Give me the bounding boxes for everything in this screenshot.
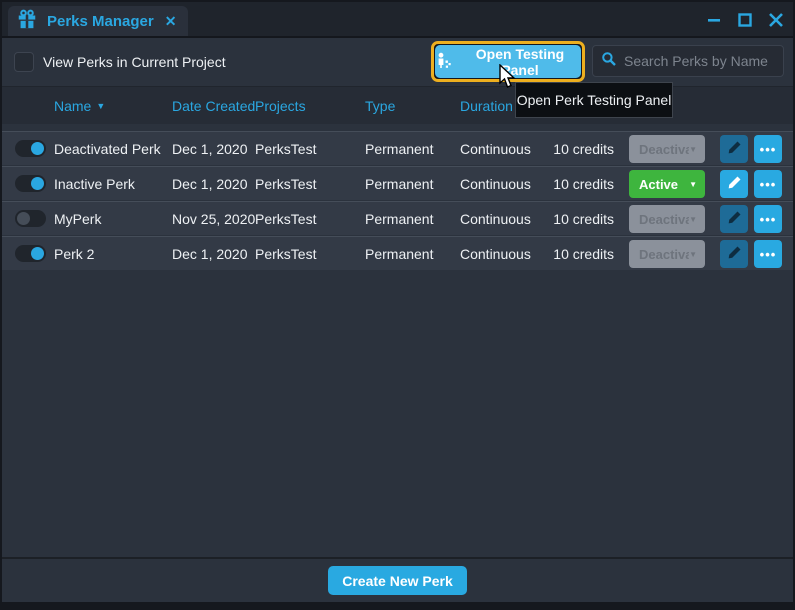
perk-type: Permanent [365, 211, 433, 227]
perk-name: Inactive Perk [54, 176, 135, 192]
status-label: Deactiva [639, 142, 689, 157]
perk-cost: 10 credits [542, 176, 614, 192]
perk-date-created: Dec 1, 2020 [172, 141, 248, 157]
pencil-icon [727, 175, 742, 193]
ellipsis-icon: ••• [760, 177, 777, 192]
chevron-down-icon: ▼ [689, 145, 697, 154]
tab-close-icon[interactable]: ✕ [163, 12, 179, 30]
column-header-date-created[interactable]: Date Created [172, 98, 255, 114]
column-header-name[interactable]: Name▼ [54, 98, 105, 114]
table-row: Perk 2 Dec 1, 2020 PerksTest Permanent C… [2, 236, 793, 270]
toggle-knob [31, 177, 44, 190]
perk-name: Perk 2 [54, 246, 94, 262]
perk-cost: 10 credits [542, 246, 614, 262]
status-label: Deactiva [639, 247, 689, 262]
toggle-knob [31, 142, 44, 155]
perk-cost: 10 credits [542, 141, 614, 157]
maximize-button[interactable] [737, 13, 752, 28]
mouse-cursor [498, 64, 517, 95]
toolbar: View Perks in Current Project Open Testi… [2, 38, 793, 86]
testing-person-icon [435, 52, 452, 72]
status-dropdown[interactable]: Active ▼ [629, 170, 705, 198]
chevron-down-icon: ▼ [689, 250, 697, 259]
edit-perk-button[interactable] [720, 205, 748, 233]
perk-project: PerksTest [255, 246, 316, 262]
perk-project: PerksTest [255, 176, 316, 192]
status-label: Active [639, 177, 678, 192]
edit-perk-button[interactable] [720, 240, 748, 268]
column-header-type[interactable]: Type [365, 98, 395, 114]
toggle-knob [17, 212, 30, 225]
perk-type: Permanent [365, 176, 433, 192]
table-header: Name▼ Date Created Projects Type Duratio… [2, 86, 793, 124]
chevron-down-icon: ▼ [689, 215, 697, 224]
ellipsis-icon: ••• [760, 247, 777, 262]
search-box[interactable] [592, 45, 784, 77]
window-controls [706, 2, 783, 38]
view-perks-label: View Perks in Current Project [43, 54, 226, 70]
perk-cost: 10 credits [542, 211, 614, 227]
perks-manager-window: Perks Manager ✕ View Perks in Current Pr… [2, 2, 793, 602]
status-label: Deactiva [639, 212, 689, 227]
perk-project: PerksTest [255, 211, 316, 227]
column-header-duration[interactable]: Duration [460, 98, 513, 114]
perk-date-created: Dec 1, 2020 [172, 246, 248, 262]
sort-caret-icon: ▼ [96, 101, 105, 111]
gift-icon [16, 8, 38, 35]
status-dropdown[interactable]: Deactiva ▼ [629, 205, 705, 233]
ellipsis-icon: ••• [760, 142, 777, 157]
status-dropdown[interactable]: Deactiva ▼ [629, 135, 705, 163]
pencil-icon [727, 140, 742, 158]
minimize-button[interactable] [706, 13, 721, 28]
open-testing-panel-label: Open Testing Panel [459, 46, 581, 78]
perk-enabled-toggle[interactable] [15, 210, 46, 227]
more-options-button[interactable]: ••• [754, 170, 782, 198]
tab-title: Perks Manager [47, 13, 154, 30]
chevron-down-icon: ▼ [689, 180, 697, 189]
table-row: MyPerk Nov 25, 2020 PerksTest Permanent … [2, 201, 793, 235]
create-new-perk-button[interactable]: Create New Perk [328, 566, 467, 595]
ellipsis-icon: ••• [760, 212, 777, 227]
search-icon [601, 51, 617, 72]
column-header-projects[interactable]: Projects [255, 98, 306, 114]
table-row: Inactive Perk Dec 1, 2020 PerksTest Perm… [2, 166, 793, 200]
perk-enabled-toggle[interactable] [15, 245, 46, 262]
more-options-button[interactable]: ••• [754, 135, 782, 163]
perk-date-created: Nov 25, 2020 [172, 211, 255, 227]
tooltip: Open Perk Testing Panel [515, 82, 673, 118]
perk-type: Permanent [365, 141, 433, 157]
perk-name: MyPerk [54, 211, 101, 227]
perk-duration: Continuous [460, 176, 531, 192]
more-options-button[interactable]: ••• [754, 205, 782, 233]
status-dropdown[interactable]: Deactiva ▼ [629, 240, 705, 268]
perk-enabled-toggle[interactable] [15, 175, 46, 192]
toggle-knob [31, 247, 44, 260]
perk-date-created: Dec 1, 2020 [172, 176, 248, 192]
perks-table-body: Deactivated Perk Dec 1, 2020 PerksTest P… [2, 124, 793, 557]
tab-bar: Perks Manager ✕ [2, 2, 793, 38]
perk-enabled-toggle[interactable] [15, 140, 46, 157]
perk-type: Permanent [365, 246, 433, 262]
perk-project: PerksTest [255, 141, 316, 157]
perk-duration: Continuous [460, 246, 531, 262]
perk-duration: Continuous [460, 211, 531, 227]
more-options-button[interactable]: ••• [754, 240, 782, 268]
perk-name: Deactivated Perk [54, 141, 161, 157]
pencil-icon [727, 245, 742, 263]
search-input[interactable] [624, 53, 775, 69]
tab-perks-manager[interactable]: Perks Manager ✕ [8, 6, 188, 36]
pencil-icon [727, 210, 742, 228]
table-row: Deactivated Perk Dec 1, 2020 PerksTest P… [2, 131, 793, 165]
close-button[interactable] [768, 13, 783, 28]
edit-perk-button[interactable] [720, 135, 748, 163]
view-perks-checkbox[interactable] [14, 52, 34, 72]
edit-perk-button[interactable] [720, 170, 748, 198]
perk-duration: Continuous [460, 141, 531, 157]
footer: Create New Perk [2, 557, 793, 602]
